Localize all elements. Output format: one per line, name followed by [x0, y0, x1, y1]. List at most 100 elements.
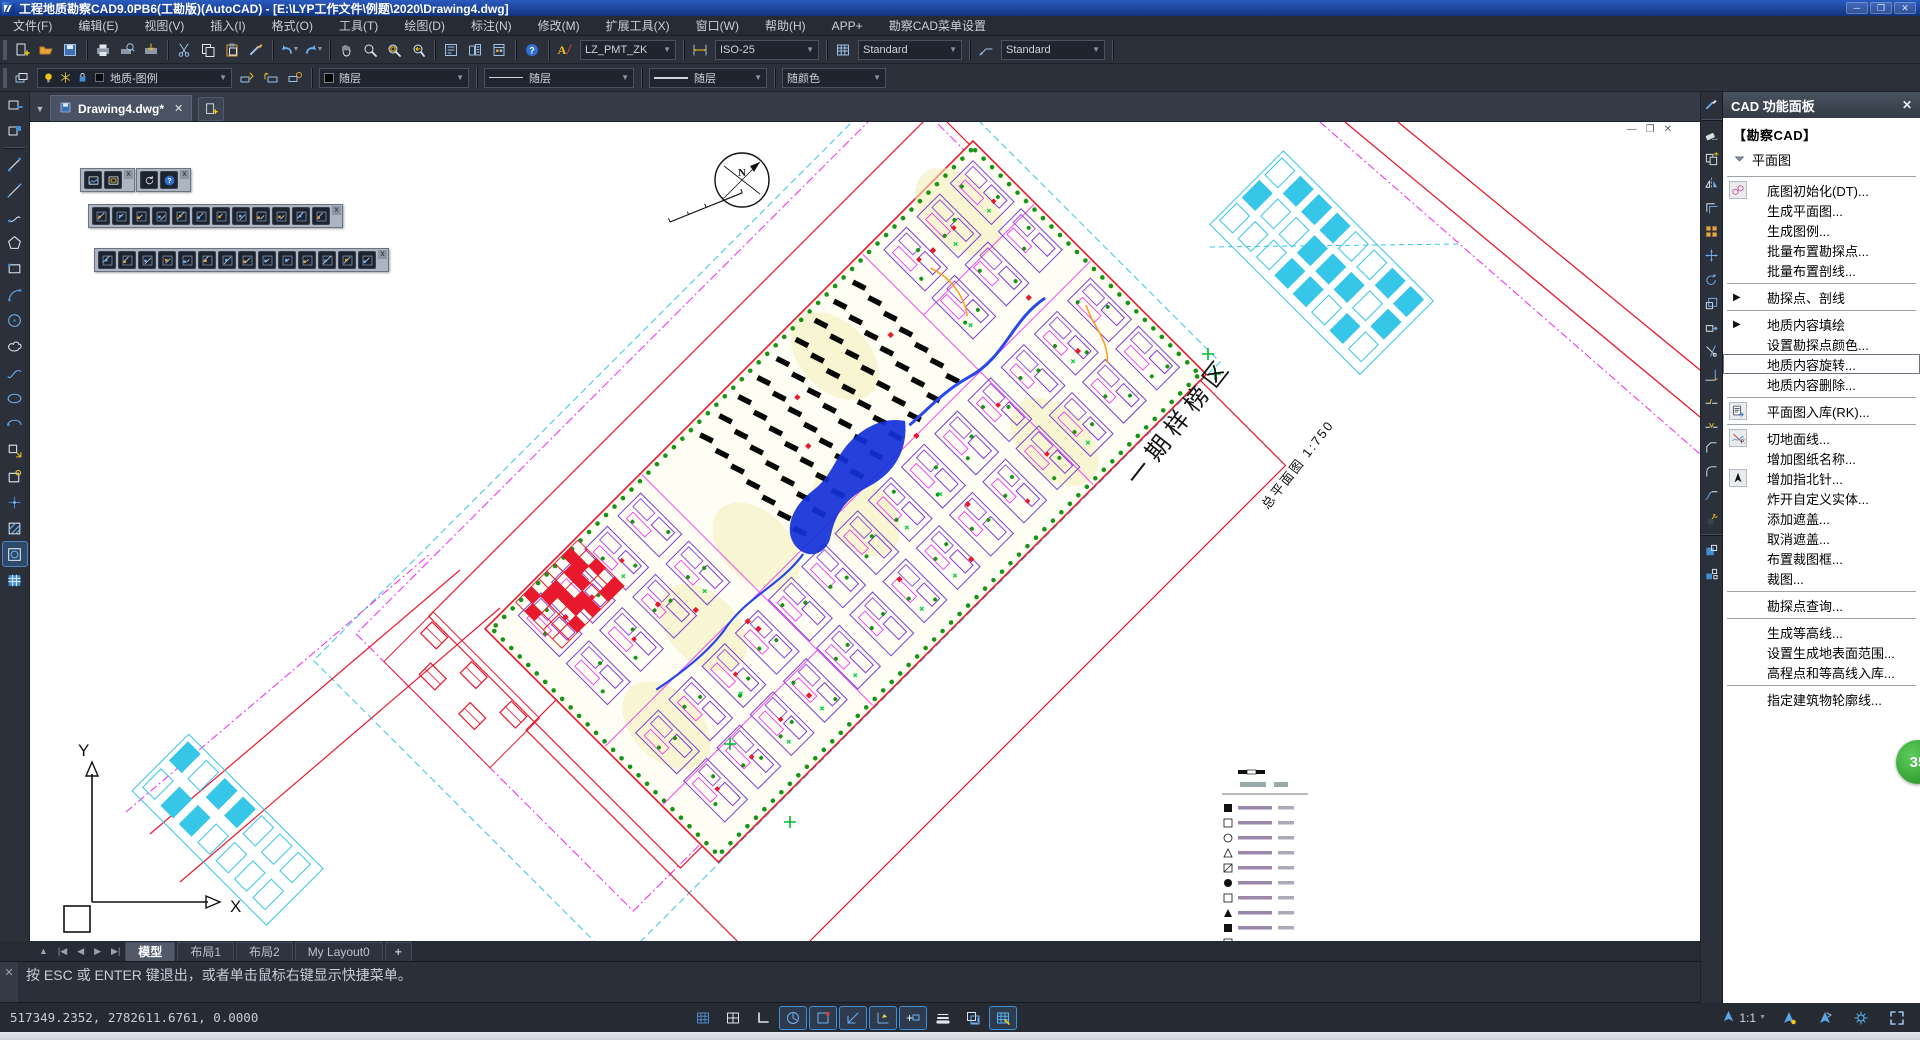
geo-tool-3-icon[interactable]	[138, 251, 156, 269]
properties-match-icon[interactable]	[1702, 93, 1722, 115]
point-icon[interactable]	[3, 490, 27, 514]
ungroup-icon[interactable]	[1702, 563, 1722, 585]
panel-item-地质内容删除[interactable]: 地质内容删除...	[1723, 374, 1920, 394]
bulb-icon[interactable]	[42, 71, 55, 84]
panel-item-勘探点、剖线[interactable]: ▶勘探点、剖线	[1723, 287, 1920, 307]
erase-icon[interactable]	[1702, 124, 1722, 146]
mleader-style-combo[interactable]: Standard ▼	[1001, 40, 1105, 60]
tool-palettes-icon[interactable]	[487, 38, 511, 62]
menu-工具T[interactable]: 工具(T)	[326, 16, 391, 35]
menu-窗口W[interactable]: 窗口(W)	[683, 16, 752, 35]
panel-item-增加图纸名称[interactable]: 增加图纸名称...	[1723, 448, 1920, 468]
image-attach-icon[interactable]	[84, 171, 102, 189]
survey-tool-4-icon[interactable]	[152, 207, 170, 225]
ellipse-icon[interactable]	[3, 386, 27, 410]
menu-帮助H[interactable]: 帮助(H)	[752, 16, 819, 35]
panel-item-指定建筑物轮廓线[interactable]: 指定建筑物轮廓线...	[1723, 689, 1920, 709]
survey-tool-6-icon[interactable]	[192, 207, 210, 225]
layout-tab-My Layout0[interactable]: My Layout0	[295, 942, 383, 961]
move-icon[interactable]	[1702, 244, 1722, 266]
panel-item-添加遮盖[interactable]: 添加遮盖...	[1723, 508, 1920, 528]
polar-tracking-icon[interactable]	[780, 1007, 806, 1029]
lineweight-icon[interactable]	[930, 1007, 956, 1029]
add-layout-button[interactable]: +	[385, 942, 412, 961]
chamfer-icon[interactable]	[1702, 436, 1722, 458]
panel-item-取消遮盖[interactable]: 取消遮盖...	[1723, 528, 1920, 548]
layout-tab-布局1[interactable]: 布局1	[177, 942, 234, 961]
plotstyle-combo[interactable]: 随颜色 ▼	[782, 68, 886, 88]
lineweight-combo[interactable]: 随层 ▼	[649, 68, 767, 88]
geo-tool-7-icon[interactable]	[218, 251, 236, 269]
freeze-icon[interactable]	[59, 71, 72, 84]
offset-icon[interactable]	[1702, 196, 1722, 218]
panel-item-平面图入库(RK)[interactable]: 平面图入库(RK)...	[1723, 401, 1920, 421]
restore-drawing-icon[interactable]: ❐	[1646, 125, 1655, 135]
color-swatch-icon[interactable]	[93, 71, 106, 84]
close-tab-icon[interactable]: ✕	[174, 102, 183, 115]
panel-item-批量布置勘探点[interactable]: 批量布置勘探点...	[1723, 240, 1920, 260]
edit-block-icon[interactable]	[3, 119, 27, 143]
floating-toolbar-image[interactable]: x	[80, 168, 135, 192]
geo-tool-2-icon[interactable]	[118, 251, 136, 269]
survey-tool-1-icon[interactable]	[92, 207, 110, 225]
panel-item-勘探点查询[interactable]: 勘探点查询...	[1723, 595, 1920, 615]
geo-tool-13-icon[interactable]	[338, 251, 356, 269]
revision-cloud-icon[interactable]	[3, 334, 27, 358]
survey-tool-12-icon[interactable]	[312, 207, 330, 225]
linetype-combo[interactable]: 随层 ▼	[484, 68, 634, 88]
region-icon[interactable]	[3, 542, 27, 566]
mleader-style-icon[interactable]	[974, 38, 998, 62]
survey-tool-10-icon[interactable]	[272, 207, 290, 225]
command-close-icon[interactable]: ✕	[0, 962, 18, 1002]
panel-close-icon[interactable]: ✕	[1902, 98, 1912, 112]
make-block-icon[interactable]	[3, 464, 27, 488]
hatch-icon[interactable]	[3, 516, 27, 540]
close-icon[interactable]: x	[332, 206, 341, 215]
polygon-icon[interactable]	[3, 230, 27, 254]
close-icon[interactable]: x	[124, 170, 133, 179]
edit-attributes-icon[interactable]	[3, 93, 27, 117]
copy-object-icon[interactable]	[1702, 148, 1722, 170]
layer-combo[interactable]: 地质-图例 ▼	[37, 68, 232, 88]
next-tab-icon[interactable]: ▶	[89, 946, 106, 957]
close-icon[interactable]: x	[378, 250, 387, 259]
publish-icon[interactable]	[139, 38, 163, 62]
document-tab-drawing4[interactable]: Drawing4.dwg* ✕	[50, 95, 192, 121]
paste-icon[interactable]	[220, 38, 244, 62]
annotation-visible-icon[interactable]	[1776, 1007, 1802, 1029]
arc-icon[interactable]	[3, 282, 27, 306]
circle-icon[interactable]	[3, 308, 27, 332]
annotation-scale-control[interactable]: 1:1 ▼	[1721, 1009, 1766, 1027]
cut-icon[interactable]	[172, 38, 196, 62]
panel-item-设置生成地表面范围[interactable]: 设置生成地表面范围...	[1723, 642, 1920, 662]
panel-item-增加指北针[interactable]: 增加指北针...	[1723, 468, 1920, 488]
make-object-layer-icon[interactable]	[235, 66, 259, 90]
panel-item-生成等高线[interactable]: 生成等高线...	[1723, 622, 1920, 642]
close-drawing-icon[interactable]: ✕	[1664, 125, 1672, 135]
dynamic-input-icon[interactable]	[900, 1007, 926, 1029]
survey-tool-5-icon[interactable]	[172, 207, 190, 225]
table-style-icon[interactable]	[831, 38, 855, 62]
geo-tool-9-icon[interactable]	[258, 251, 276, 269]
menu-视图V[interactable]: 视图(V)	[131, 16, 197, 35]
new-tab-button[interactable]	[198, 97, 224, 121]
geo-tool-12-icon[interactable]	[318, 251, 336, 269]
new-file-icon[interactable]	[10, 38, 34, 62]
floating-toolbar-geology[interactable]: x	[94, 248, 389, 272]
geo-tool-1-icon[interactable]	[98, 251, 116, 269]
minimize-button[interactable]: ─	[1846, 2, 1868, 14]
save-file-icon[interactable]	[58, 38, 82, 62]
panel-item-炸开自定义实体[interactable]: 炸开自定义实体...	[1723, 488, 1920, 508]
stretch-icon[interactable]	[1702, 316, 1722, 338]
panel-section-planview[interactable]: 平面图	[1723, 147, 1920, 173]
geo-tool-10-icon[interactable]	[278, 251, 296, 269]
panel-item-切地面线[interactable]: PX切地面线...	[1723, 428, 1920, 448]
insert-block-icon[interactable]	[3, 438, 27, 462]
design-center-icon[interactable]	[463, 38, 487, 62]
blend-icon[interactable]	[1702, 484, 1722, 506]
menu-标注N[interactable]: 标注(N)	[458, 16, 525, 35]
zoom-previous-icon[interactable]	[406, 38, 430, 62]
survey-tool-7-icon[interactable]	[212, 207, 230, 225]
explode-icon[interactable]	[1702, 508, 1722, 530]
scale-icon[interactable]	[1702, 292, 1722, 314]
